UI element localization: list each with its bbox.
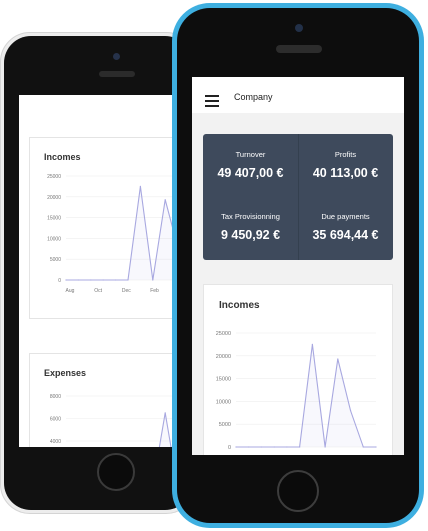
x-tick-label: Oct	[94, 288, 102, 294]
home-button[interactable]	[277, 470, 319, 512]
data-point	[77, 279, 79, 281]
camera-icon	[295, 24, 303, 32]
stat-value: 49 407,00 €	[217, 166, 284, 180]
back-incomes-chart: 2500020000150001000050000AugOctDecFebApr	[47, 174, 191, 294]
data-point	[164, 412, 166, 414]
company-title: Company	[234, 92, 273, 102]
stat-turnover: Turnover 49 407,00 €	[203, 150, 298, 180]
data-point	[260, 446, 263, 448]
data-point	[102, 279, 104, 281]
y-tick-label: 20000	[47, 195, 61, 201]
incomes-chart: 25000 20000 15000 10000 5000 0	[216, 331, 377, 451]
stat-profits: Profits 40 113,00 €	[298, 150, 393, 180]
stat-label: Tax Provisionning	[221, 212, 280, 221]
y-tick-label: 20000	[216, 354, 231, 360]
y-tick-label: 0	[58, 278, 61, 284]
y-tick-label: 4000	[50, 439, 61, 445]
front-phone-screen: Company Turnover 49 407,00 € Profits 40 …	[192, 77, 404, 455]
stats-panel: Turnover 49 407,00 € Profits 40 113,00 €…	[203, 134, 393, 260]
y-tick-label: 5000	[219, 422, 231, 428]
data-point	[324, 446, 326, 448]
back-expenses-title: Expenses	[44, 368, 87, 378]
y-tick-label: 25000	[47, 174, 61, 180]
data-point	[248, 446, 250, 448]
y-tick-label: 0	[228, 445, 231, 451]
data-point	[152, 279, 154, 281]
back-phone-screen: Incomes 25000 20000 15000 10000 5000 0 Aug Oct D…	[19, 95, 195, 447]
y-tick-label: 8000	[50, 394, 61, 400]
x-tick-label: Aug	[66, 288, 75, 294]
speaker-grille	[276, 45, 322, 53]
stat-label: Turnover	[235, 150, 266, 159]
data-point	[362, 446, 364, 448]
stat-label: Profits	[334, 150, 357, 159]
data-point	[164, 199, 166, 201]
data-point	[235, 446, 237, 448]
data-point	[90, 279, 92, 281]
app-header: Company	[192, 77, 404, 113]
back-incomes-card: Incomes 25000 20000 15000 10000 5000 0 Aug Oct D…	[29, 137, 195, 319]
stat-value: 9 450,92 €	[220, 228, 281, 242]
stat-value: 40 113,00 €	[312, 166, 379, 180]
stat-tax-provisionning: Tax Provisionning 9 450,92 €	[203, 212, 298, 242]
back-incomes-title: Incomes	[44, 152, 81, 162]
data-point	[299, 446, 301, 448]
data-point	[337, 358, 339, 360]
front-phone: Company Turnover 49 407,00 € Profits 40 …	[172, 3, 424, 528]
y-tick-label: 10000	[216, 399, 231, 405]
menu-icon[interactable]	[205, 95, 219, 107]
incomes-title: Incomes	[219, 300, 260, 311]
y-tick-label: 10000	[47, 236, 61, 242]
stat-value: 35 694,44 €	[312, 228, 379, 242]
back-expenses-chart: 8000600040002000	[50, 394, 190, 447]
data-point	[115, 279, 117, 281]
home-button[interactable]	[97, 453, 135, 491]
data-point	[286, 446, 288, 448]
data-point	[273, 446, 275, 448]
speaker-grille	[99, 71, 135, 77]
data-point	[65, 279, 67, 281]
back-phone: Incomes 25000 20000 15000 10000 5000 0 Aug Oct D…	[0, 32, 196, 514]
stat-due-payments: Due payments 35 694,44 €	[298, 212, 393, 242]
y-tick-label: 15000	[47, 216, 61, 222]
data-point	[139, 185, 141, 187]
camera-icon	[113, 53, 120, 60]
data-point	[127, 279, 129, 281]
y-tick-label: 15000	[216, 377, 231, 383]
y-tick-label: 25000	[216, 331, 231, 337]
data-point	[375, 446, 377, 448]
x-tick-label: Dec	[122, 288, 131, 294]
stat-label: Due payments	[321, 212, 370, 221]
y-tick-label: 5000	[50, 257, 61, 263]
back-expenses-card: Expenses 8000600040002000	[29, 353, 195, 447]
data-point	[311, 343, 313, 345]
y-tick-label: 6000	[50, 417, 61, 423]
x-tick-label: Feb	[150, 288, 159, 294]
incomes-card: Incomes 25000 20000 15000 10000 5000 0	[203, 284, 393, 455]
data-point	[349, 409, 352, 412]
